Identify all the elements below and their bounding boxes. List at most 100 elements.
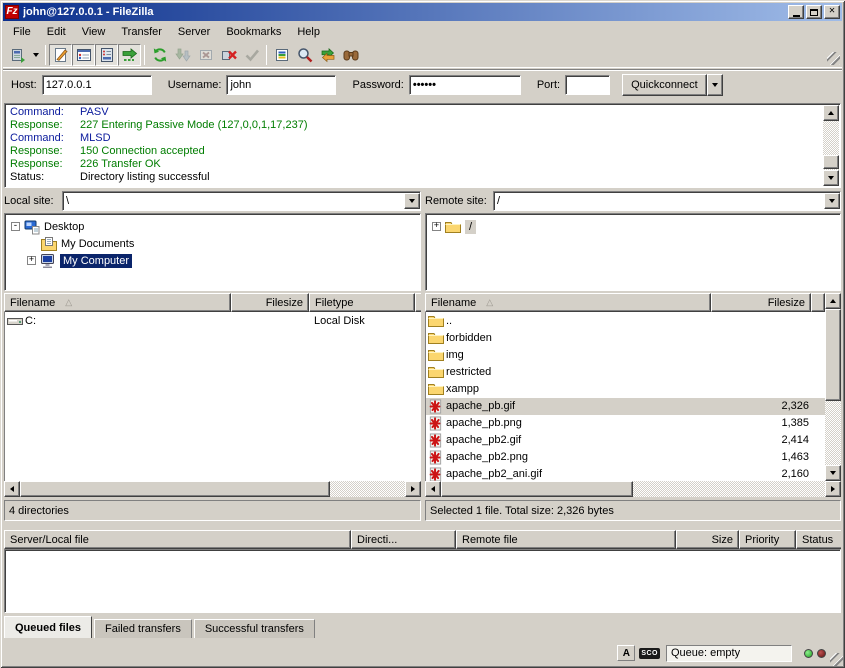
- tab-queued-files[interactable]: Queued files: [4, 616, 92, 638]
- remote-file-row[interactable]: forbidden: [426, 330, 825, 347]
- log-line: Command:MLSD: [6, 132, 822, 145]
- abort-button[interactable]: [240, 44, 263, 66]
- remote-file-row[interactable]: xampp: [426, 381, 825, 398]
- disconnect-button[interactable]: [217, 44, 240, 66]
- process-queue-button[interactable]: [171, 44, 194, 66]
- remote-site-combobox[interactable]: /: [493, 191, 841, 211]
- column-header-direction[interactable]: Directi...: [351, 530, 456, 549]
- cancel-operation-button[interactable]: [194, 44, 217, 66]
- remote-file-row[interactable]: restricted: [426, 364, 825, 381]
- tree-item-root[interactable]: + /: [432, 218, 476, 235]
- tree-item-my-documents[interactable]: My Documents: [41, 235, 134, 252]
- file-name: apache_pb.png: [446, 415, 522, 432]
- expand-expander-icon[interactable]: +: [432, 222, 441, 231]
- scroll-left-button[interactable]: [425, 481, 441, 497]
- directory-listing-filters-button[interactable]: [270, 44, 293, 66]
- remote-file-row[interactable]: apache_pb2.gif 2,414: [426, 432, 825, 449]
- column-header-filename[interactable]: Filename△: [425, 293, 711, 312]
- scroll-right-button[interactable]: [825, 481, 841, 497]
- directory-comparison-button[interactable]: [293, 44, 316, 66]
- column-header-filesize[interactable]: Filesize: [711, 293, 811, 312]
- menu-edit[interactable]: Edit: [39, 24, 74, 40]
- remote-site-dropdown-button[interactable]: [824, 193, 840, 209]
- toggle-remote-tree-button[interactable]: [95, 44, 118, 66]
- toggle-local-tree-button[interactable]: [72, 44, 95, 66]
- port-input[interactable]: [565, 75, 610, 95]
- quickconnect-button[interactable]: Quickconnect: [622, 74, 707, 96]
- site-manager-button[interactable]: [6, 44, 29, 66]
- local-file-row[interactable]: C: Local Disk: [5, 313, 421, 330]
- column-header-priority[interactable]: Priority: [739, 530, 796, 549]
- local-site-combobox[interactable]: \: [62, 191, 421, 211]
- arrow-left-icon: [10, 486, 14, 492]
- host-input[interactable]: [42, 75, 152, 95]
- toggle-message-log-button[interactable]: [49, 44, 72, 66]
- column-header-filename[interactable]: Filename△: [4, 293, 231, 312]
- menu-transfer[interactable]: Transfer: [113, 24, 170, 40]
- tree-item-label-selected: /: [465, 220, 476, 234]
- scrollbar-thumb[interactable]: [441, 481, 633, 497]
- username-input[interactable]: [226, 75, 336, 95]
- menu-server[interactable]: Server: [170, 24, 218, 40]
- column-header-status[interactable]: Status: [796, 530, 841, 549]
- tree-item-desktop[interactable]: - Desktop: [11, 218, 84, 235]
- tab-successful-transfers[interactable]: Successful transfers: [194, 619, 315, 638]
- password-input[interactable]: [409, 75, 521, 95]
- column-header-filetype[interactable]: Filetype: [309, 293, 415, 312]
- scroll-left-button[interactable]: [4, 481, 20, 497]
- column-header-remote-file[interactable]: Remote file: [456, 530, 676, 549]
- menu-bookmarks[interactable]: Bookmarks: [218, 24, 289, 40]
- scroll-down-button[interactable]: [825, 465, 841, 481]
- title-bar[interactable]: Fz john@127.0.0.1 - FileZilla ✕: [3, 3, 842, 21]
- local-horizontal-scrollbar[interactable]: [4, 481, 421, 497]
- scroll-down-button[interactable]: [823, 170, 839, 186]
- remote-file-list[interactable]: .. forbidden img restricted xampp: [425, 312, 825, 481]
- site-manager-dropdown-button[interactable]: [29, 44, 42, 66]
- data-type-indicator-icon[interactable]: A: [617, 645, 635, 661]
- toolbar-grip[interactable]: [827, 52, 840, 65]
- expand-expander-icon[interactable]: +: [27, 256, 36, 265]
- column-header-last-modified[interactable]: L: [415, 293, 421, 312]
- minimize-button[interactable]: [788, 5, 804, 19]
- remote-vertical-scrollbar[interactable]: [825, 293, 841, 481]
- speed-limit-indicator-icon[interactable]: SCO: [639, 648, 660, 659]
- remote-tree[interactable]: + /: [425, 213, 841, 291]
- remote-file-row-selected[interactable]: apache_pb.gif 2,326: [426, 398, 825, 415]
- remote-file-row[interactable]: img: [426, 347, 825, 364]
- remote-file-row[interactable]: apache_pb2_ani.gif 2,160: [426, 466, 825, 481]
- scroll-right-button[interactable]: [405, 481, 421, 497]
- maximize-button[interactable]: [806, 5, 822, 19]
- tab-failed-transfers[interactable]: Failed transfers: [94, 619, 192, 638]
- local-file-list[interactable]: C: Local Disk: [4, 312, 421, 481]
- close-button[interactable]: ✕: [824, 5, 840, 19]
- resize-grip[interactable]: [830, 653, 843, 666]
- scroll-up-button[interactable]: [825, 293, 841, 309]
- toggle-transfer-queue-button[interactable]: [118, 44, 141, 66]
- tree-item-my-computer[interactable]: + My Computer: [27, 252, 132, 269]
- scrollbar-thumb[interactable]: [20, 481, 330, 497]
- synchronized-browsing-button[interactable]: [316, 44, 339, 66]
- collapse-expander-icon[interactable]: -: [11, 222, 20, 231]
- menu-help[interactable]: Help: [289, 24, 328, 40]
- menu-view[interactable]: View: [74, 24, 114, 40]
- column-header-filesize[interactable]: Filesize: [231, 293, 309, 312]
- column-header-server-local-file[interactable]: Server/Local file: [4, 530, 351, 549]
- remote-file-row[interactable]: apache_pb.png 1,385: [426, 415, 825, 432]
- scrollbar-thumb[interactable]: [825, 309, 841, 401]
- refresh-button[interactable]: [148, 44, 171, 66]
- scrollbar-thumb[interactable]: [823, 155, 839, 169]
- scroll-up-button[interactable]: [823, 105, 839, 121]
- queue-list[interactable]: [4, 549, 841, 613]
- log-scrollbar[interactable]: [823, 105, 839, 186]
- message-log[interactable]: Command:PASV Response:227 Entering Passi…: [4, 103, 841, 188]
- column-header-size[interactable]: Size: [676, 530, 739, 549]
- remote-file-row[interactable]: apache_pb2.png 1,463: [426, 449, 825, 466]
- find-files-button[interactable]: [339, 44, 362, 66]
- folder-icon: [428, 314, 444, 329]
- menu-file[interactable]: File: [5, 24, 39, 40]
- quickconnect-dropdown-button[interactable]: [707, 74, 723, 96]
- remote-file-row[interactable]: ..: [426, 313, 825, 330]
- remote-horizontal-scrollbar[interactable]: [425, 481, 841, 497]
- local-site-dropdown-button[interactable]: [404, 193, 420, 209]
- local-tree[interactable]: - Desktop My Documents + My Computer: [4, 213, 421, 291]
